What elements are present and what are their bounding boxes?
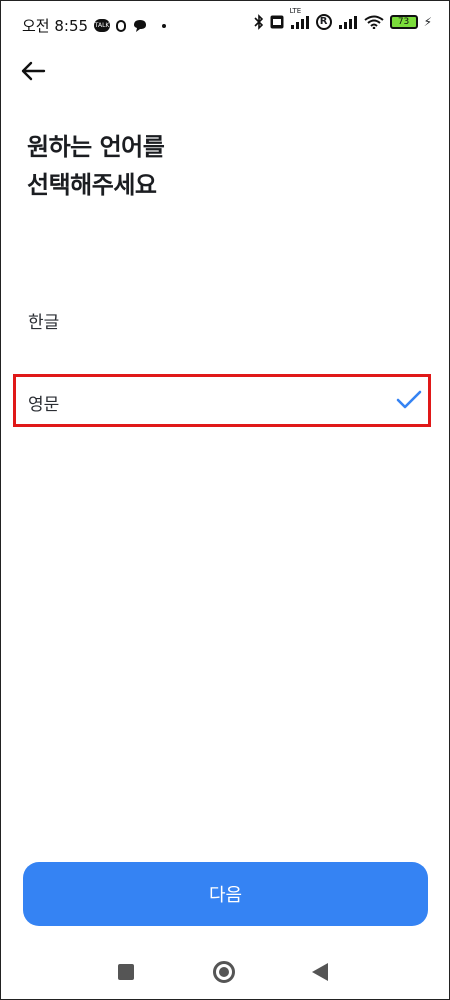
page-title: 원하는 언어를 선택해주세요 bbox=[27, 128, 165, 204]
ring-notification-icon bbox=[116, 19, 127, 32]
next-button[interactable]: 다음 bbox=[23, 862, 428, 926]
roaming-icon: R bbox=[315, 14, 332, 30]
battery-icon: 73 bbox=[389, 15, 418, 29]
status-right: LTE R 73 ⚡ bbox=[253, 7, 432, 30]
more-notifications-icon bbox=[162, 23, 167, 28]
wifi-icon bbox=[363, 15, 384, 29]
bluetooth-icon bbox=[253, 14, 264, 30]
title-line-2: 선택해주세요 bbox=[27, 171, 157, 199]
checkmark-icon bbox=[396, 390, 422, 409]
navigation-bar bbox=[0, 950, 450, 996]
language-option-english[interactable]: 영문 bbox=[28, 382, 428, 422]
message-notification-icon bbox=[132, 19, 148, 33]
status-time: 오전 8:55 bbox=[22, 17, 89, 35]
nav-back-icon[interactable] bbox=[312, 963, 328, 981]
language-option-korean[interactable]: 한글 bbox=[28, 300, 428, 340]
signal-icon bbox=[338, 15, 358, 29]
language-label-english: 영문 bbox=[28, 394, 60, 415]
status-bar: 오전 8:55 TALK LTE R 73 ⚡ bbox=[0, 0, 450, 50]
volte-icon bbox=[270, 15, 284, 29]
back-button[interactable] bbox=[18, 56, 48, 86]
talk-notification-icon: TALK bbox=[94, 19, 111, 32]
language-label-korean: 한글 bbox=[28, 312, 60, 333]
arrow-left-icon bbox=[21, 61, 46, 81]
recent-apps-icon[interactable] bbox=[118, 964, 134, 980]
home-icon[interactable] bbox=[213, 961, 235, 983]
status-left: 오전 8:55 TALK bbox=[22, 15, 167, 36]
charging-icon: ⚡ bbox=[423, 15, 432, 29]
title-line-1: 원하는 언어를 bbox=[27, 133, 165, 161]
network-type: LTE bbox=[289, 7, 302, 15]
lte-signal-icon: LTE bbox=[290, 7, 310, 29]
